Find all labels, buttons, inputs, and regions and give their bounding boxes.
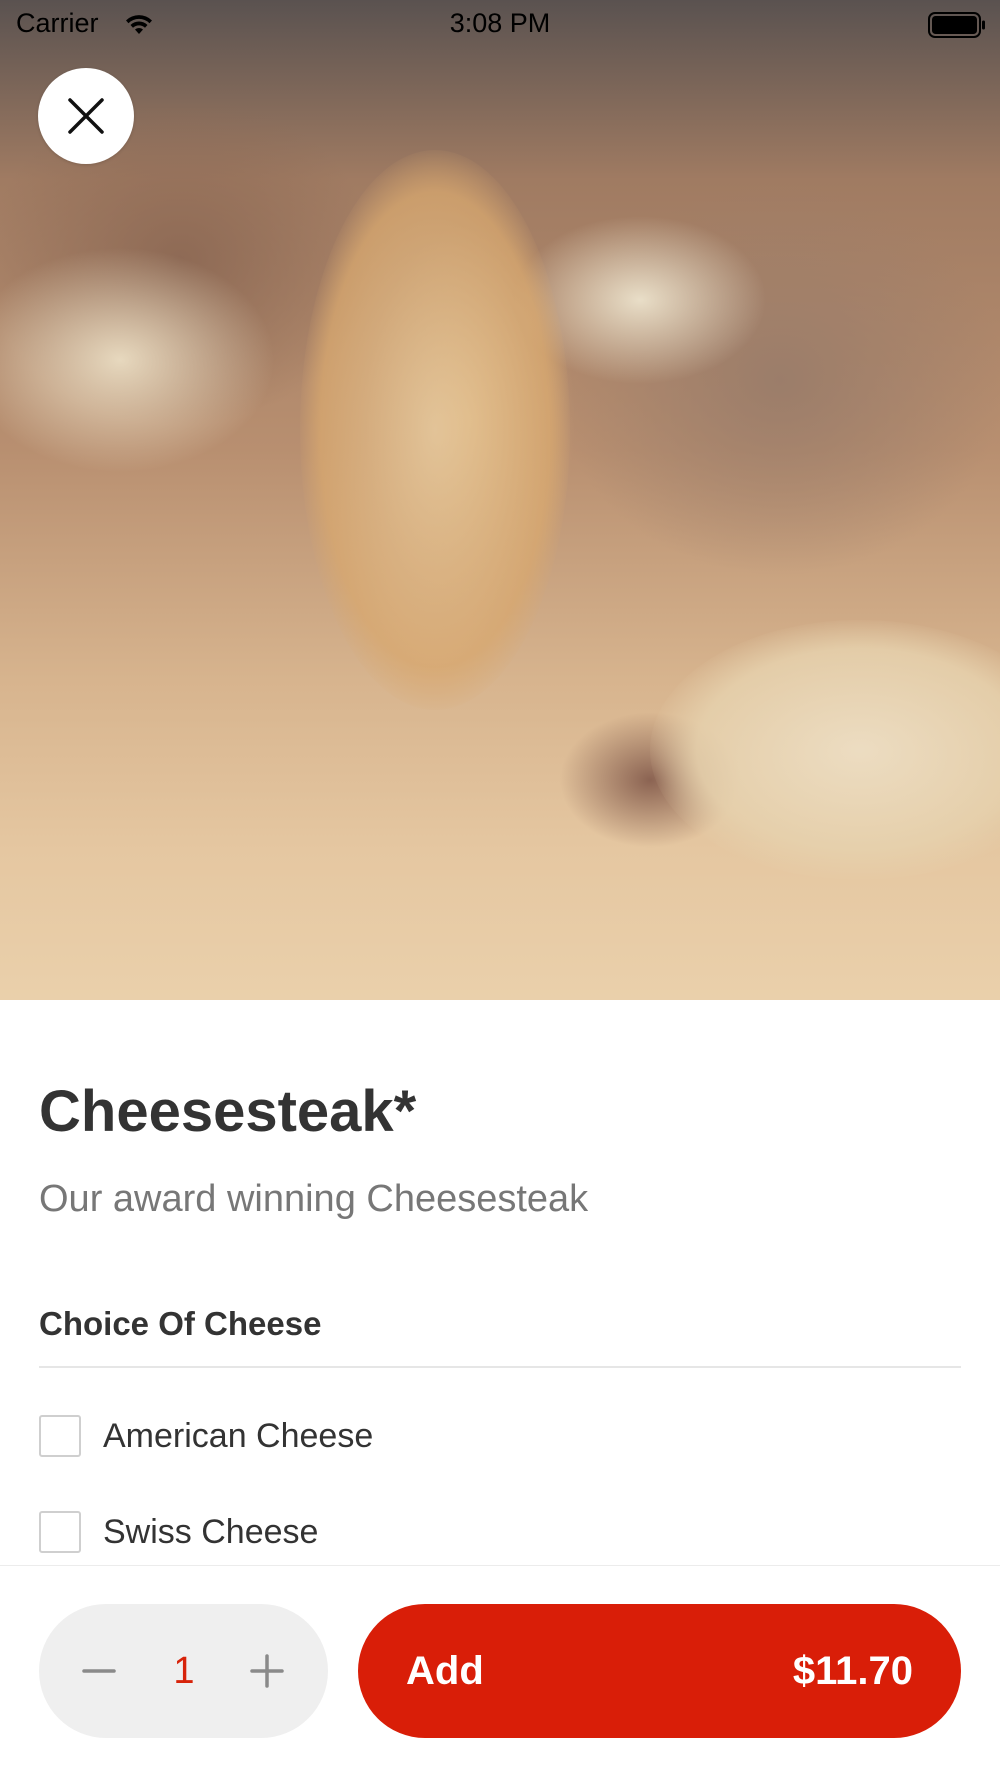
clock: 3:08 PM [449,8,551,38]
option-american-cheese[interactable]: American Cheese [39,1414,373,1458]
plus-icon [250,1654,284,1688]
image-detail [300,150,570,710]
option-group-title: Choice Of Cheese [39,1305,322,1342]
minus-icon [82,1669,116,1673]
option-label: American Cheese [103,1416,374,1455]
product-description: Our award winning Cheesesteak [39,1178,589,1220]
checkbox[interactable] [39,1415,81,1457]
image-detail [650,620,1000,880]
increase-quantity-button[interactable] [237,1641,297,1701]
battery-icon [928,12,985,38]
close-icon [68,98,104,134]
decrease-quantity-button[interactable] [69,1641,129,1701]
add-button-price: $11.70 [792,1649,913,1693]
status-bar: Carrier 3:08 PM [0,0,1000,50]
product-details: Cheesesteak* Our award winning Cheeseste… [0,1000,1000,1565]
bottom-bar: 1 Add $11.70 [0,1565,1000,1778]
quantity-value: 1 [173,1650,195,1692]
close-button[interactable] [38,68,134,164]
option-label: Swiss Cheese [103,1512,319,1551]
add-to-cart-button[interactable]: Add $11.70 [358,1604,961,1738]
checkbox[interactable] [39,1511,81,1553]
quantity-stepper: 1 [39,1604,328,1738]
option-swiss-cheese[interactable]: Swiss Cheese [39,1510,318,1554]
divider [39,1366,961,1368]
product-title: Cheesesteak* [39,1079,417,1144]
add-button-label: Add [406,1649,484,1693]
product-image [0,0,1000,1000]
